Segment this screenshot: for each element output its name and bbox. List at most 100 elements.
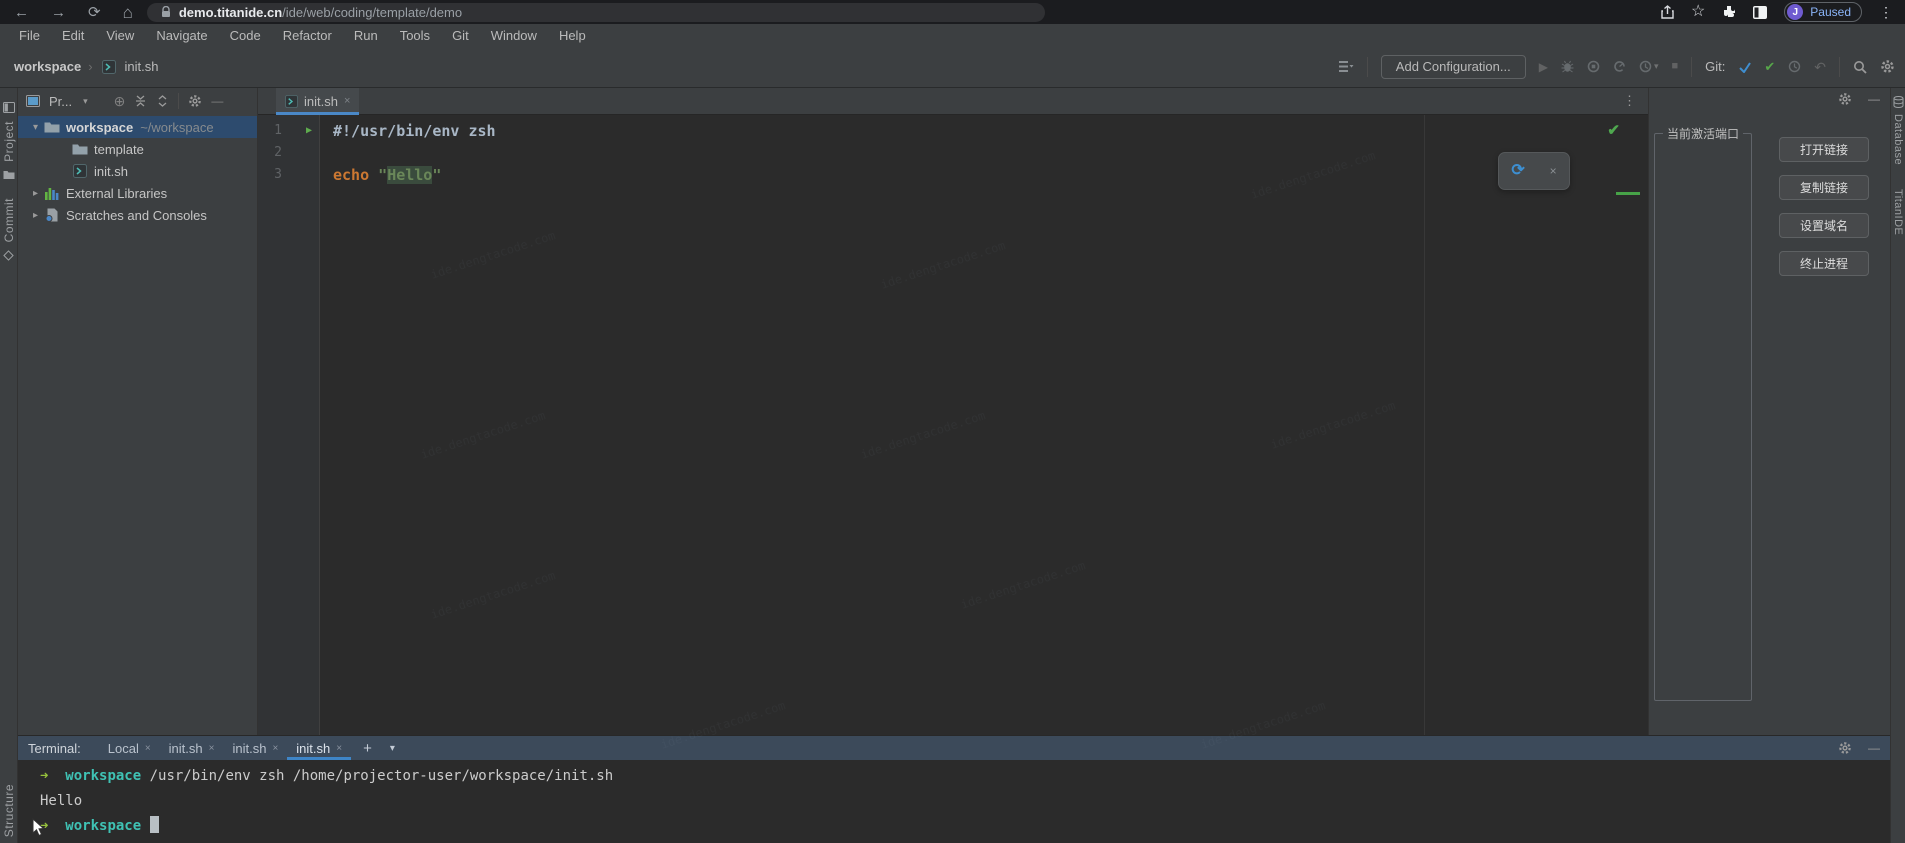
- terminal-tab-local-0[interactable]: Local×: [99, 736, 160, 760]
- toolbar-separator: [178, 93, 179, 109]
- terminal-dropdown-icon[interactable]: ▾: [384, 743, 401, 754]
- git-commit-icon[interactable]: ✔: [1764, 59, 1775, 75]
- share-icon[interactable]: [1661, 5, 1674, 19]
- reload-icon[interactable]: ⟳: [88, 5, 101, 20]
- panel-settings-gear-icon[interactable]: [188, 94, 202, 108]
- extensions-puzzle-icon[interactable]: [1722, 5, 1736, 19]
- menu-tools[interactable]: Tools: [389, 26, 441, 45]
- rollback-icon[interactable]: ↶: [1814, 60, 1826, 74]
- browser-menu-dots-icon[interactable]: ⋮: [1879, 5, 1893, 19]
- menu-git[interactable]: Git: [441, 26, 480, 45]
- close-icon[interactable]: ×: [272, 743, 278, 754]
- collapse-all-icon[interactable]: [156, 95, 169, 107]
- menu-run[interactable]: Run: [343, 26, 389, 45]
- menu-code[interactable]: Code: [219, 26, 272, 45]
- database-icon[interactable]: [1893, 96, 1904, 108]
- tool-window-icon[interactable]: [3, 102, 15, 113]
- close-icon[interactable]: ×: [209, 743, 215, 754]
- terminal-tab-init-sh-3[interactable]: init.sh ×: [287, 736, 351, 760]
- chevron-down-icon[interactable]: ▾: [83, 96, 88, 107]
- port-tool-window: — 当前激活端口 打开链接复制链接设置域名终止进程: [1648, 88, 1890, 735]
- hide-panel-icon[interactable]: —: [211, 95, 223, 107]
- terminate-process-button[interactable]: 终止进程: [1779, 251, 1869, 276]
- sync-icon[interactable]: ⟳: [1511, 163, 1524, 179]
- panel-settings-gear-icon[interactable]: [1838, 92, 1852, 106]
- add-configuration-button[interactable]: Add Configuration...: [1381, 55, 1526, 79]
- history-icon[interactable]: [1788, 60, 1801, 73]
- close-icon[interactable]: ×: [145, 743, 151, 754]
- open-link-button[interactable]: 打开链接: [1779, 137, 1869, 162]
- menu-navigate[interactable]: Navigate: [145, 26, 218, 45]
- tree-item-workspace[interactable]: ▾workspace~/workspace: [18, 116, 257, 138]
- terminal-tab-init-sh-2[interactable]: init.sh×: [223, 736, 287, 760]
- home-icon[interactable]: ⌂: [123, 4, 133, 21]
- chevron-closed-icon[interactable]: ▸: [28, 188, 43, 199]
- folder-icon: [71, 143, 89, 156]
- terminal-tab-init-sh-1[interactable]: init.sh×: [160, 736, 224, 760]
- settings-gear-icon[interactable]: [1880, 59, 1895, 74]
- tree-item-label: template: [94, 142, 144, 157]
- terminal-output[interactable]: ➜ workspace /usr/bin/env zsh /home/proje…: [18, 760, 1890, 843]
- chevron-open-icon[interactable]: ▾: [28, 122, 43, 133]
- stop-icon[interactable]: ■: [1671, 61, 1678, 72]
- terminal-tab-label: init.sh: [296, 741, 330, 756]
- coverage-icon[interactable]: [1587, 60, 1600, 73]
- menu-view[interactable]: View: [95, 26, 145, 45]
- menu-help[interactable]: Help: [548, 26, 597, 45]
- terminal-settings-gear-icon[interactable]: [1838, 741, 1852, 755]
- stripe-tab-structure[interactable]: Structure: [2, 784, 16, 837]
- chevron-closed-icon[interactable]: ▸: [28, 210, 43, 221]
- tree-item-external-libraries[interactable]: ▸External Libraries: [18, 182, 257, 204]
- profile-paused-pill[interactable]: J Paused: [1784, 2, 1862, 22]
- hide-panel-icon[interactable]: —: [1868, 92, 1880, 106]
- menu-file[interactable]: File: [8, 26, 51, 45]
- select-opened-file-icon[interactable]: ⊕: [114, 94, 126, 108]
- main-menu-bar: FileEditViewNavigateCodeRefactorRunTools…: [0, 24, 1905, 46]
- menu-window[interactable]: Window: [480, 26, 548, 45]
- gem-icon[interactable]: [3, 250, 14, 261]
- breadcrumb-file[interactable]: init.sh: [125, 59, 159, 74]
- project-view-icon[interactable]: [26, 95, 40, 107]
- project-panel-title[interactable]: Pr...: [49, 94, 72, 109]
- stripe-tab-titanide[interactable]: TitanIDE: [1892, 189, 1904, 235]
- git-update-icon[interactable]: [1738, 60, 1751, 73]
- side-panel-icon[interactable]: [1753, 6, 1767, 19]
- editor-tab-init-sh[interactable]: init.sh ×: [276, 88, 359, 115]
- run-line-icon[interactable]: ▶: [306, 126, 312, 136]
- reload-popup: ⟳ ×: [1498, 152, 1570, 190]
- back-icon[interactable]: ←: [14, 5, 29, 20]
- tab-options-icon[interactable]: ⋮: [1623, 93, 1636, 109]
- folder-icon: [43, 121, 61, 134]
- close-icon[interactable]: ×: [336, 743, 342, 754]
- profiler-icon[interactable]: [1613, 60, 1626, 73]
- address-bar[interactable]: demo.titanide.cn/ide/web/coding/template…: [147, 3, 1045, 22]
- inspections-ok-icon[interactable]: ✔: [1607, 121, 1620, 139]
- new-terminal-icon[interactable]: +: [355, 740, 380, 757]
- editor-code-area[interactable]: #!/usr/bin/env zshecho "Hello": [321, 115, 1648, 735]
- run-with-dropdown-icon[interactable]: ▾: [1639, 60, 1659, 73]
- menu-refactor[interactable]: Refactor: [272, 26, 343, 45]
- search-everywhere-icon[interactable]: [1853, 60, 1867, 74]
- set-domain-button[interactable]: 设置域名: [1779, 213, 1869, 238]
- bookmark-star-icon[interactable]: ☆: [1691, 4, 1705, 20]
- close-icon[interactable]: ×: [344, 95, 350, 107]
- close-icon[interactable]: ×: [1550, 164, 1557, 178]
- debug-icon[interactable]: [1561, 60, 1574, 73]
- run-configurations-icon[interactable]: [1339, 60, 1354, 73]
- tree-item-template[interactable]: template: [18, 138, 257, 160]
- copy-link-button[interactable]: 复制链接: [1779, 175, 1869, 200]
- tree-item-scratches-and-consoles[interactable]: ▸Scratches and Consoles: [18, 204, 257, 226]
- stripe-tab-project[interactable]: Project: [2, 121, 16, 162]
- expand-all-icon[interactable]: [134, 95, 147, 107]
- run-icon[interactable]: ▶: [1539, 61, 1548, 73]
- forward-icon[interactable]: →: [51, 5, 66, 20]
- stripe-tab-database[interactable]: Database: [1892, 114, 1904, 165]
- breadcrumb-workspace[interactable]: workspace: [14, 59, 81, 74]
- menu-edit[interactable]: Edit: [51, 26, 95, 45]
- scratches-icon: [43, 208, 61, 222]
- shell-file-icon: [100, 60, 118, 74]
- hide-terminal-icon[interactable]: —: [1868, 741, 1880, 755]
- tree-item-init-sh[interactable]: init.sh: [18, 160, 257, 182]
- gutter-line: 1▶: [258, 120, 319, 142]
- stripe-tab-commit[interactable]: Commit: [2, 198, 16, 242]
